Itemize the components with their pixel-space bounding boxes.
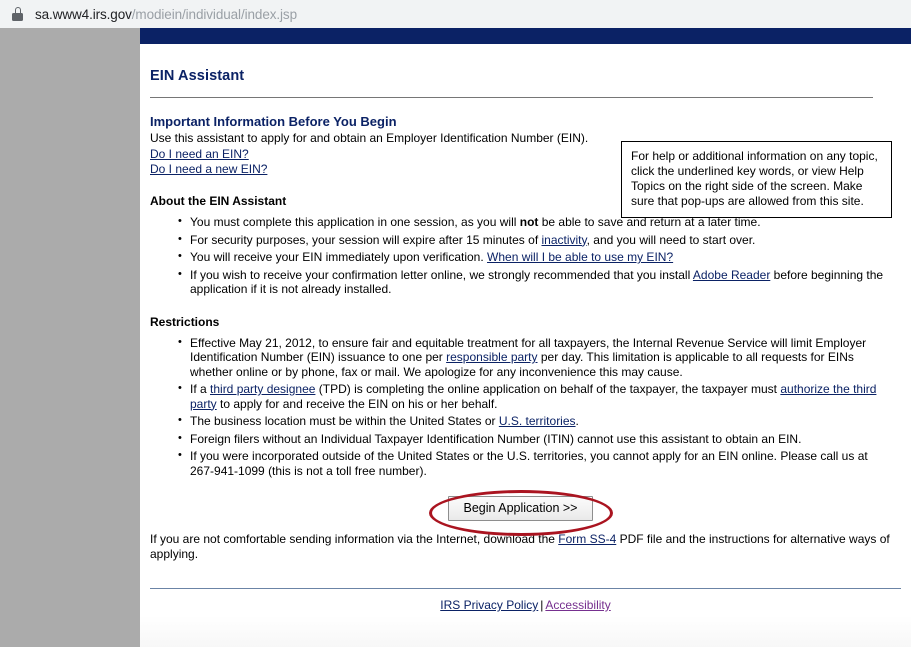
restr-b2-text-a: If a xyxy=(190,382,211,396)
footer-divider xyxy=(150,588,901,589)
about-b4-text-a: If you wish to receive your confirmation… xyxy=(190,267,693,282)
list-item: The business location must be within the… xyxy=(178,413,891,429)
list-item: Foreign filers without an Individual Tax… xyxy=(178,431,891,447)
closing-paragraph: If you are not comfortable sending infor… xyxy=(150,532,891,562)
restrictions-bullet-list: Effective May 21, 2012, to ensure fair a… xyxy=(150,335,891,479)
about-b1-bold: not xyxy=(519,215,539,229)
restr-b2-text-c: to apply for and receive the EIN on his … xyxy=(216,396,498,411)
link-form-ss4[interactable]: Form SS-4 xyxy=(558,532,616,546)
list-item: If you wish to receive your confirmation… xyxy=(178,267,891,297)
about-bullet-list: You must complete this application in on… xyxy=(150,214,891,297)
list-item: Effective May 21, 2012, to ensure fair a… xyxy=(178,335,891,380)
closing-text-a: If you are not comfortable sending infor… xyxy=(150,532,559,546)
link-when-use-my-ein[interactable]: When will I be able to use my EIN? xyxy=(487,250,673,264)
link-responsible-party[interactable]: responsible party xyxy=(446,350,537,364)
link-inactivity[interactable]: inactivity xyxy=(541,233,586,247)
begin-application-button[interactable]: Begin Application >> xyxy=(447,496,594,521)
lock-icon xyxy=(12,7,23,21)
begin-application-area: Begin Application >> xyxy=(150,490,891,536)
list-item: For security purposes, your session will… xyxy=(178,232,891,248)
page-title: EIN Assistant xyxy=(150,68,245,84)
page-viewport: EIN Assistant Important Information Befo… xyxy=(0,28,911,647)
help-info-box: For help or additional information on an… xyxy=(621,141,892,218)
help-info-text: For help or additional information on an… xyxy=(631,149,878,208)
url-text: sa.www4.irs.gov/modiein/individual/index… xyxy=(35,7,297,22)
intro-heading: Important Information Before You Begin xyxy=(150,114,397,129)
footer-gradient xyxy=(140,616,911,647)
about-b2-text-b: , and you will need to start over. xyxy=(586,232,756,247)
restr-b3-text-b: . xyxy=(575,414,579,428)
content-panel: EIN Assistant Important Information Befo… xyxy=(140,28,911,647)
link-adobe-reader[interactable]: Adobe Reader xyxy=(693,268,770,282)
link-irs-privacy-policy[interactable]: IRS Privacy Policy xyxy=(440,598,538,612)
link-us-territories[interactable]: U.S. territories xyxy=(499,414,576,428)
browser-url-bar[interactable]: sa.www4.irs.gov/modiein/individual/index… xyxy=(0,0,911,28)
link-third-party-designee[interactable]: third party designee xyxy=(210,382,315,396)
link-accessibility[interactable]: Accessibility xyxy=(545,598,610,612)
title-divider xyxy=(150,97,873,98)
page-body: EIN Assistant Important Information Befo… xyxy=(140,44,911,562)
about-b3-text-a: You will receive your EIN immediately up… xyxy=(190,250,488,264)
list-item: You will receive your EIN immediately up… xyxy=(178,249,891,265)
left-gutter xyxy=(0,28,140,647)
list-item: If you were incorporated outside of the … xyxy=(178,448,891,478)
restr-b2-text-b: (TPD) is completing the online applicati… xyxy=(315,382,781,396)
footer: IRS Privacy Policy | Accessibility xyxy=(140,598,911,612)
header-band xyxy=(140,28,911,44)
list-item: If a third party designee (TPD) is compl… xyxy=(178,381,891,411)
url-host: sa.www4.irs.gov xyxy=(35,6,132,22)
restrictions-heading: Restrictions xyxy=(150,314,220,329)
about-b2-text-a: For security purposes, your session will… xyxy=(190,232,542,247)
url-path: /modiein/individual/index.jsp xyxy=(131,6,297,22)
restr-b3-text-a: The business location must be within the… xyxy=(190,414,499,428)
about-b1-text-a: You must complete this application in on… xyxy=(190,215,520,229)
